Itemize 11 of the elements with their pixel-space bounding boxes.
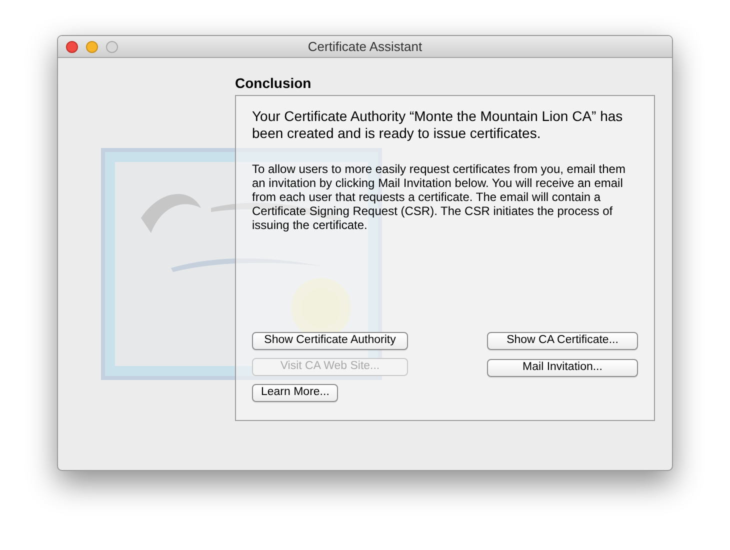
description-text: To allow users to more easily request certificates from you, email them an invitation by clicking Mail Invitation below. You will receive an email from each user that requests a certificate. The email will contain a Certificate Signing Request (CSR). The CSR initiates the process of issuing the certificate. bbox=[252, 162, 626, 232]
close-icon[interactable] bbox=[66, 40, 78, 52]
action-button[interactable]: Show CA Certificate... bbox=[487, 332, 638, 350]
minimize-icon[interactable] bbox=[86, 40, 98, 52]
action-button[interactable]: Learn More... bbox=[252, 384, 338, 402]
window-title: Certificate Assistant bbox=[308, 38, 422, 56]
section-heading: Conclusion bbox=[235, 74, 312, 92]
action-button[interactable]: Mail Invitation... bbox=[487, 359, 638, 377]
zoom-icon[interactable] bbox=[106, 40, 118, 52]
result-message: Your Certificate Authority “Monte the Mountain Lion CA” has been created and is ready to issue certificates. bbox=[252, 108, 624, 142]
action-button[interactable]: Show Certificate Authority bbox=[252, 332, 408, 350]
